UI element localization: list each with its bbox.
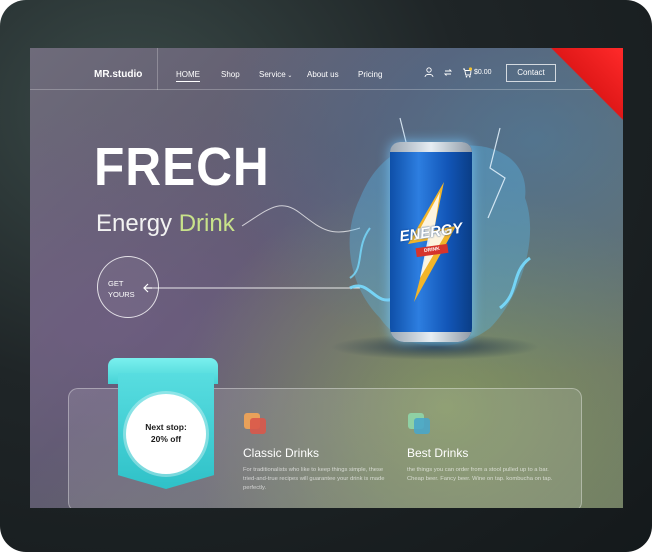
nav-link-about[interactable]: About us <box>307 70 339 79</box>
best-drinks-icon <box>408 413 430 434</box>
website-screen: MR.studio HOME Shop Service ⌄ About us P… <box>30 48 623 508</box>
promo-line1: Next stop: <box>145 422 187 432</box>
user-icon[interactable] <box>424 67 434 78</box>
nav-link-service[interactable]: Service ⌄ <box>259 70 292 79</box>
arrow-left-icon <box>143 283 152 293</box>
compare-icon[interactable] <box>443 67 453 78</box>
nav-link-service-label: Service <box>259 70 286 79</box>
feature-title-best[interactable]: Best Drinks <box>407 446 468 460</box>
chevron-down-icon: ⌄ <box>285 73 293 79</box>
hero-subtitle-main: Energy <box>96 210 173 237</box>
corner-ribbon <box>549 48 623 122</box>
nav-link-pricing[interactable]: Pricing <box>358 70 382 79</box>
brand-logo[interactable]: MR.studio <box>94 69 142 80</box>
nav-link-home[interactable]: HOME <box>176 70 200 82</box>
promo-badge[interactable]: Next stop: 20% off <box>126 394 206 474</box>
hero-subtitle: Energy Drink <box>96 210 235 238</box>
classic-drinks-icon <box>244 413 266 434</box>
hero-subtitle-accent: Drink <box>178 210 235 237</box>
top-navigation: MR.studio HOME Shop Service ⌄ About us P… <box>30 48 623 90</box>
promo-line2: 20% off <box>150 434 182 444</box>
cart-total: $0.00 <box>474 69 492 76</box>
device-frame: MR.studio HOME Shop Service ⌄ About us P… <box>0 0 652 552</box>
feature-title-classic[interactable]: Classic Drinks <box>243 446 319 460</box>
nav-link-shop[interactable]: Shop <box>221 70 240 79</box>
hero-title: FRECH <box>94 137 270 197</box>
feature-desc-classic: For traditionalists who like to keep thi… <box>243 467 385 491</box>
cart-icon[interactable] <box>462 67 473 78</box>
nav-divider <box>157 48 158 90</box>
energy-can-image: ENERGY DRINK <box>390 142 472 342</box>
can-base <box>390 332 472 342</box>
can-lid <box>390 142 472 152</box>
feature-desc-best: the things you can order from a stool pu… <box>407 467 553 482</box>
